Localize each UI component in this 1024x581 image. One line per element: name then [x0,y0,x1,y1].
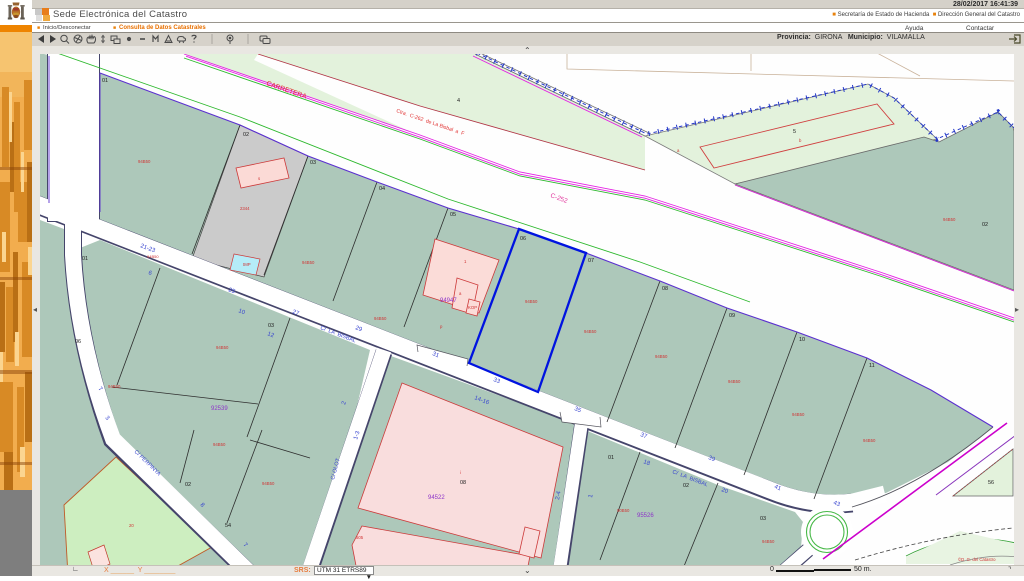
svg-text:i: i [460,470,461,475]
svg-text:94B50: 94B50 [374,316,387,321]
svg-text:01: 01 [608,455,614,461]
svg-text:05: 05 [450,212,456,218]
svg-text:01: 01 [102,78,108,84]
svg-text:94B50: 94B50 [728,379,741,384]
svg-text:94B50: 94B50 [762,539,775,544]
svg-text:10: 10 [799,337,805,343]
svg-text:94B50: 94B50 [584,329,597,334]
svg-text:94947: 94947 [440,298,457,304]
svg-text:11: 11 [869,363,875,369]
svg-text:54: 54 [225,523,231,529]
svg-text:94B50: 94B50 [216,345,229,350]
svg-text:94B50: 94B50 [302,260,315,265]
svg-text:08: 08 [460,480,466,486]
svg-text:92539: 92539 [211,406,228,412]
svg-text:94522: 94522 [428,495,445,501]
svg-text:03: 03 [310,160,316,166]
svg-text:07: 07 [588,258,594,264]
svg-text:02: 02 [683,483,689,489]
svg-text:02: 02 [185,482,191,488]
svg-text:06: 06 [75,339,81,345]
svg-text:03: 03 [268,323,274,329]
svg-text:95526: 95526 [637,513,654,519]
svg-text:90B50: 90B50 [617,508,630,513]
svg-text:2344: 2344 [240,206,250,211]
svg-text:94B50: 94B50 [655,354,668,359]
svg-text:94B50: 94B50 [792,412,805,417]
svg-text:01: 01 [82,256,88,262]
svg-text:94B50: 94B50 [138,159,151,164]
svg-text:5: 5 [793,129,796,135]
svg-text:tMP: tMP [243,262,251,267]
svg-text:04: 04 [379,186,385,192]
svg-text:©D. G. del Catastro: ©D. G. del Catastro [958,557,996,562]
svg-text:02: 02 [982,222,988,228]
svg-text:03: 03 [760,516,766,522]
svg-text:94B50: 94B50 [863,438,876,443]
svg-text:505: 505 [356,535,364,540]
svg-text:94B50: 94B50 [525,299,538,304]
svg-text:09: 09 [729,313,735,319]
svg-text:56: 56 [988,480,994,486]
svg-text:⌃: ⌃ [524,46,531,55]
svg-text:94B50: 94B50 [213,442,226,447]
svg-text:94B50: 94B50 [108,384,121,389]
svg-text:94B50: 94B50 [943,217,956,222]
svg-text:s: s [258,176,260,181]
svg-text:94B50: 94B50 [147,254,159,259]
svg-text:02: 02 [243,132,249,138]
svg-text:94B50: 94B50 [262,481,275,486]
svg-text:08: 08 [662,286,668,292]
svg-text:KOP: KOP [468,305,477,310]
svg-text:06: 06 [520,236,526,242]
svg-text:20: 20 [129,523,134,528]
svg-text:4: 4 [457,98,460,104]
